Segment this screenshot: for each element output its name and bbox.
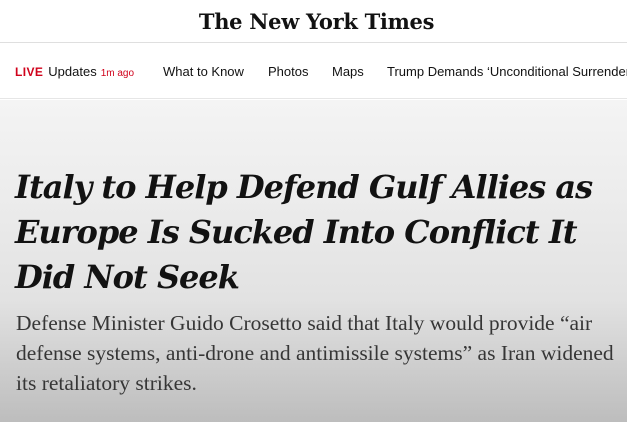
live-updates-label: Updates (48, 64, 97, 79)
article-hero: Italy to Help Defend Gulf Allies as Euro… (0, 100, 627, 422)
nav-photos[interactable]: Photos (268, 64, 308, 80)
nyt-logo[interactable]: The New York Times (199, 9, 435, 34)
article-summary: Defense Minister Guido Crosetto said tha… (16, 311, 614, 395)
nav-maps[interactable]: Maps (332, 64, 364, 80)
article-headline[interactable]: Italy to Help Defend Gulf Allies as Euro… (15, 165, 615, 300)
masthead: The New York Times (0, 0, 627, 43)
live-updates-link[interactable]: LIVE Updates 1m ago (15, 64, 134, 82)
nav-trump-demands[interactable]: Trump Demands ‘Unconditional Surrender’ (387, 64, 627, 80)
update-timestamp: 1m ago (100, 68, 135, 79)
live-badge: LIVE (15, 65, 44, 79)
live-coverage-nav: LIVE Updates 1m ago What to Know Photos Ma… (0, 43, 627, 99)
nav-what-to-know[interactable]: What to Know (163, 64, 244, 80)
